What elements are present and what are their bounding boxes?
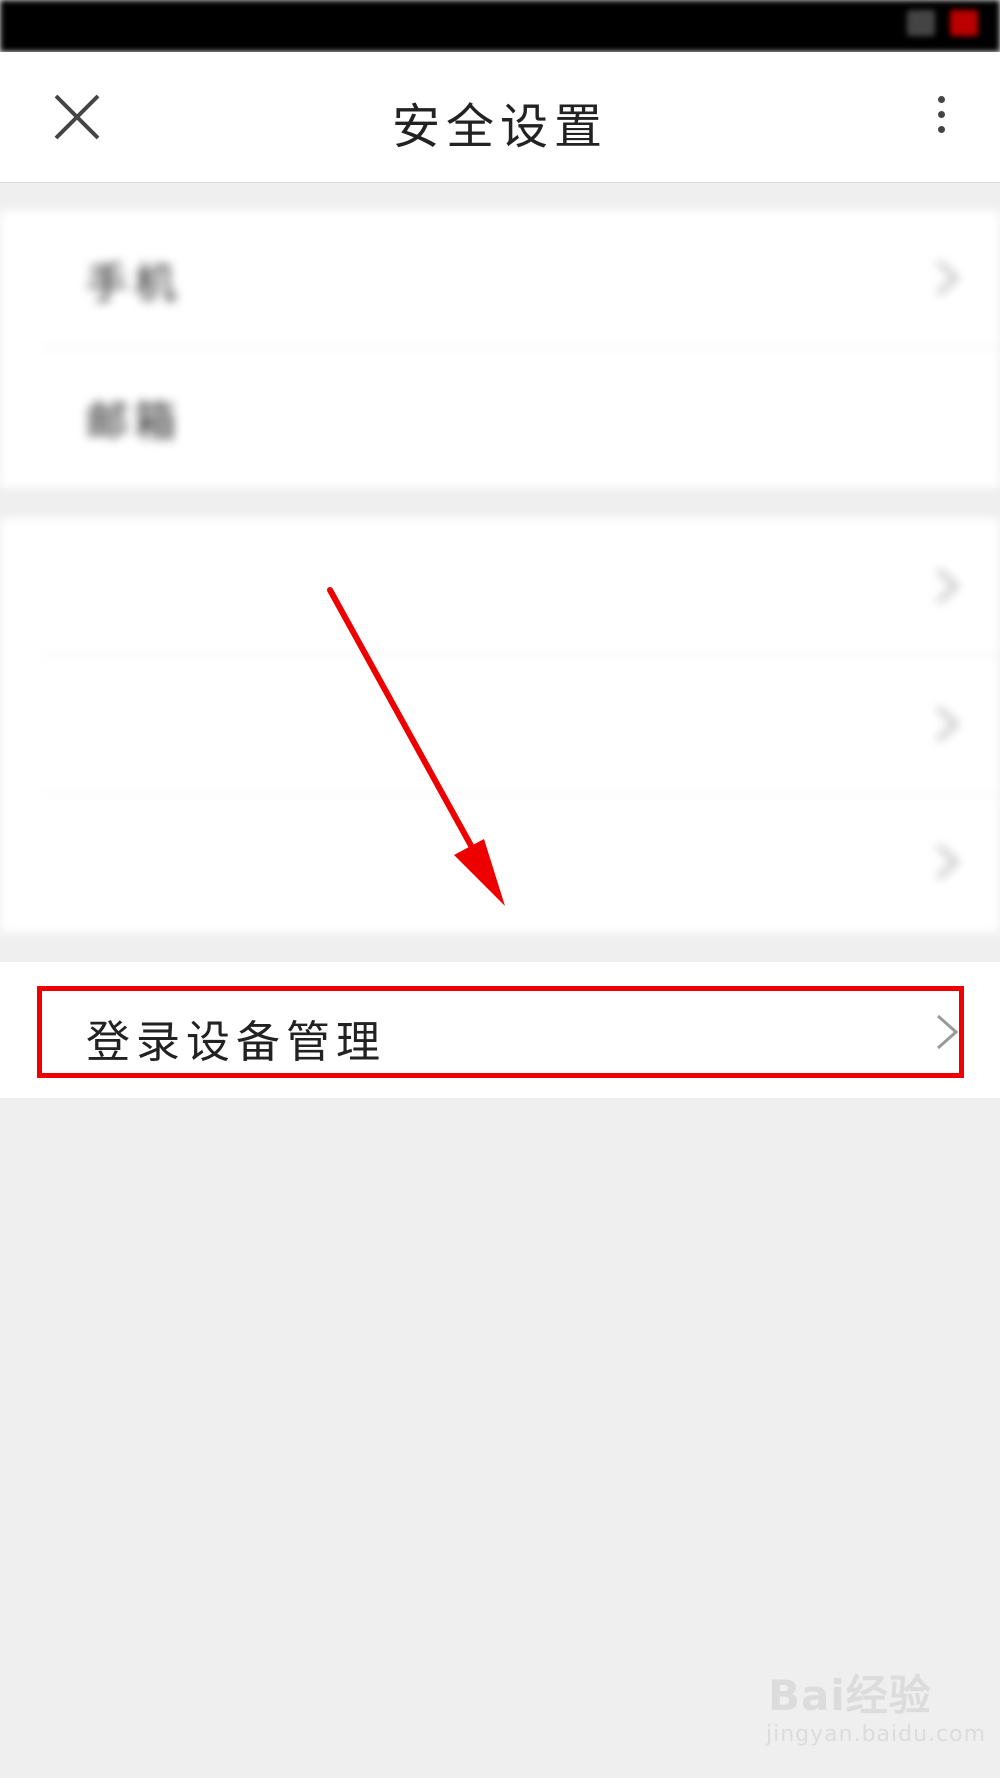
battery-icon	[950, 10, 978, 36]
contact-settings-group: 手机 邮箱	[0, 210, 1000, 488]
settings-row[interactable]	[0, 794, 1000, 932]
chevron-right-icon	[937, 568, 959, 604]
chevron-right-icon	[937, 844, 959, 880]
chevron-right-icon	[937, 706, 959, 742]
row-label: 邮箱	[86, 397, 183, 446]
chevron-right-icon	[937, 260, 959, 296]
signal-icon	[906, 10, 935, 36]
more-options-button[interactable]	[934, 96, 948, 140]
settings-row[interactable]	[0, 656, 1000, 794]
top-nav-bar: 安全设置	[0, 52, 1000, 183]
settings-row-phone[interactable]: 手机	[0, 210, 1000, 348]
account-security-group	[0, 518, 1000, 933]
settings-row-email[interactable]: 邮箱	[0, 348, 1000, 486]
status-icons	[897, 10, 978, 40]
more-vertical-icon	[934, 96, 948, 133]
watermark-logo: Bai经验 jingyan.baidu.com	[760, 1660, 985, 1760]
page-title: 安全设置	[391, 99, 608, 155]
highlight-box	[37, 986, 964, 1078]
watermark-url: jingyan.baidu.com	[766, 1722, 987, 1747]
status-bar	[0, 0, 1000, 52]
row-label: 手机	[86, 259, 183, 308]
settings-row[interactable]	[0, 518, 1000, 656]
watermark-brand: Bai经验	[768, 1671, 932, 1720]
